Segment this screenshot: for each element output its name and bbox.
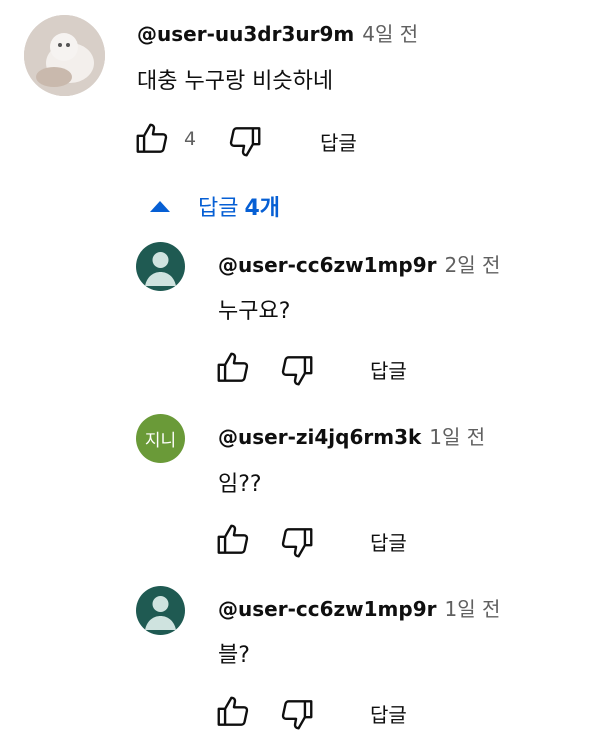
reply-button[interactable]: 답글	[370, 699, 407, 728]
author-handle[interactable]: @user-uu3dr3ur9m	[137, 22, 354, 46]
reply-meta: @user-zi4jq6rm3k 1일 전	[218, 421, 485, 450]
avatar-initials: 지니	[144, 431, 177, 451]
like-icon[interactable]	[133, 120, 171, 158]
avatar[interactable]	[136, 242, 185, 291]
avatar[interactable]	[24, 15, 105, 96]
reply-text: 누구요?	[218, 299, 291, 324]
timestamp[interactable]: 1일 전	[429, 421, 485, 450]
dislike-icon[interactable]	[278, 523, 316, 561]
timestamp[interactable]: 4일 전	[362, 18, 418, 47]
dislike-icon[interactable]	[226, 122, 264, 160]
comment-meta: @user-uu3dr3ur9m 4일 전	[137, 18, 418, 47]
like-icon[interactable]	[214, 693, 252, 731]
timestamp[interactable]: 1일 전	[444, 593, 500, 622]
replies-count: 4개	[244, 196, 281, 221]
reply-text: 블?	[218, 643, 250, 668]
avatar[interactable]: 지니	[136, 414, 185, 463]
reply-text: 임??	[218, 472, 262, 497]
author-handle[interactable]: @user-cc6zw1mp9r	[218, 597, 436, 621]
reply-meta: @user-cc6zw1mp9r 1일 전	[218, 593, 500, 622]
replies-toggle[interactable]: 답글 4개	[150, 190, 280, 222]
avatar[interactable]	[136, 586, 185, 635]
like-icon[interactable]	[214, 521, 252, 559]
caret-up-icon	[150, 200, 170, 212]
dislike-icon[interactable]	[278, 351, 316, 389]
author-handle[interactable]: @user-zi4jq6rm3k	[218, 425, 421, 449]
comment-text: 대충 누구랑 비슷하네	[137, 69, 334, 94]
like-count: 4	[184, 128, 197, 150]
replies-toggle-label: 답글	[198, 196, 239, 221]
reply-button[interactable]: 답글	[320, 127, 357, 156]
timestamp[interactable]: 2일 전	[444, 249, 500, 278]
like-icon[interactable]	[214, 349, 252, 387]
reply-meta: @user-cc6zw1mp9r 2일 전	[218, 249, 500, 278]
reply-button[interactable]: 답글	[370, 355, 407, 384]
dislike-icon[interactable]	[278, 695, 316, 733]
reply-button[interactable]: 답글	[370, 527, 407, 556]
author-handle[interactable]: @user-cc6zw1mp9r	[218, 253, 436, 277]
